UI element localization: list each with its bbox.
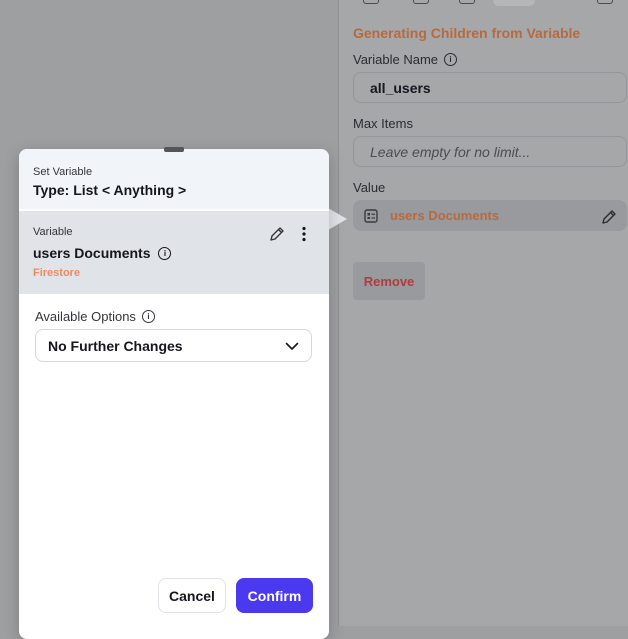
toolbar-tab-icon[interactable] (363, 0, 379, 4)
variable-name-field[interactable]: all_users (353, 72, 627, 103)
confirm-button[interactable]: Confirm (236, 578, 313, 613)
variable-card[interactable]: Variable users Documents i Firestore (19, 211, 329, 294)
variable-kicker: Variable (33, 226, 73, 238)
drag-handle[interactable] (164, 147, 184, 152)
chevron-down-icon (285, 342, 299, 350)
value-field[interactable]: users Documents (353, 200, 627, 231)
pencil-icon[interactable] (268, 225, 286, 243)
variable-name-label: Variable Name i (353, 52, 458, 67)
value-field-text: users Documents (390, 208, 500, 223)
dialog-header: Set Variable Type: List < Anything > (19, 149, 329, 209)
cancel-button[interactable]: Cancel (158, 578, 226, 613)
toolbar-tab-active[interactable] (493, 0, 535, 6)
info-icon[interactable]: i (141, 310, 155, 323)
pencil-icon[interactable] (600, 208, 618, 226)
available-options-select[interactable]: No Further Changes (35, 329, 312, 362)
properties-panel: Generating Children from Variable Variab… (338, 0, 628, 626)
dialog-title: Type: List < Anything > (33, 182, 187, 198)
variable-source: Firestore (33, 267, 81, 279)
toolbar-tab-icon[interactable] (459, 0, 475, 4)
available-options-label: Available Options i (35, 309, 155, 324)
max-items-field[interactable]: Leave empty for no limit... (353, 136, 627, 167)
remove-button[interactable]: Remove (353, 262, 425, 300)
value-label: Value (353, 180, 385, 195)
variable-name: users Documents i (33, 245, 172, 261)
document-list-icon (364, 208, 378, 223)
dialog-pointer-arrow (328, 208, 347, 230)
available-options-selected: No Further Changes (48, 337, 183, 354)
set-variable-dialog: Set Variable Type: List < Anything > Var… (19, 149, 329, 639)
panel-toolbar (339, 0, 628, 8)
variable-name-text: users Documents (33, 245, 151, 261)
value-label-text: Value (353, 180, 386, 195)
dialog-kicker: Set Variable (33, 166, 93, 178)
variable-name-label-text: Variable Name (353, 52, 439, 67)
section-title: Generating Children from Variable (353, 25, 581, 41)
max-items-placeholder: Leave empty for no limit... (370, 143, 531, 160)
variable-name-value: all_users (370, 79, 431, 96)
toolbar-tab-icon[interactable] (413, 0, 429, 4)
more-vertical-icon[interactable] (299, 225, 309, 243)
max-items-label-text: Max Items (353, 116, 413, 131)
info-icon[interactable]: i (444, 53, 458, 66)
max-items-label: Max Items (353, 116, 413, 131)
toolbar-tab-icon[interactable] (597, 0, 613, 4)
info-icon[interactable]: i (158, 246, 172, 260)
available-options-label-text: Available Options (35, 309, 136, 324)
